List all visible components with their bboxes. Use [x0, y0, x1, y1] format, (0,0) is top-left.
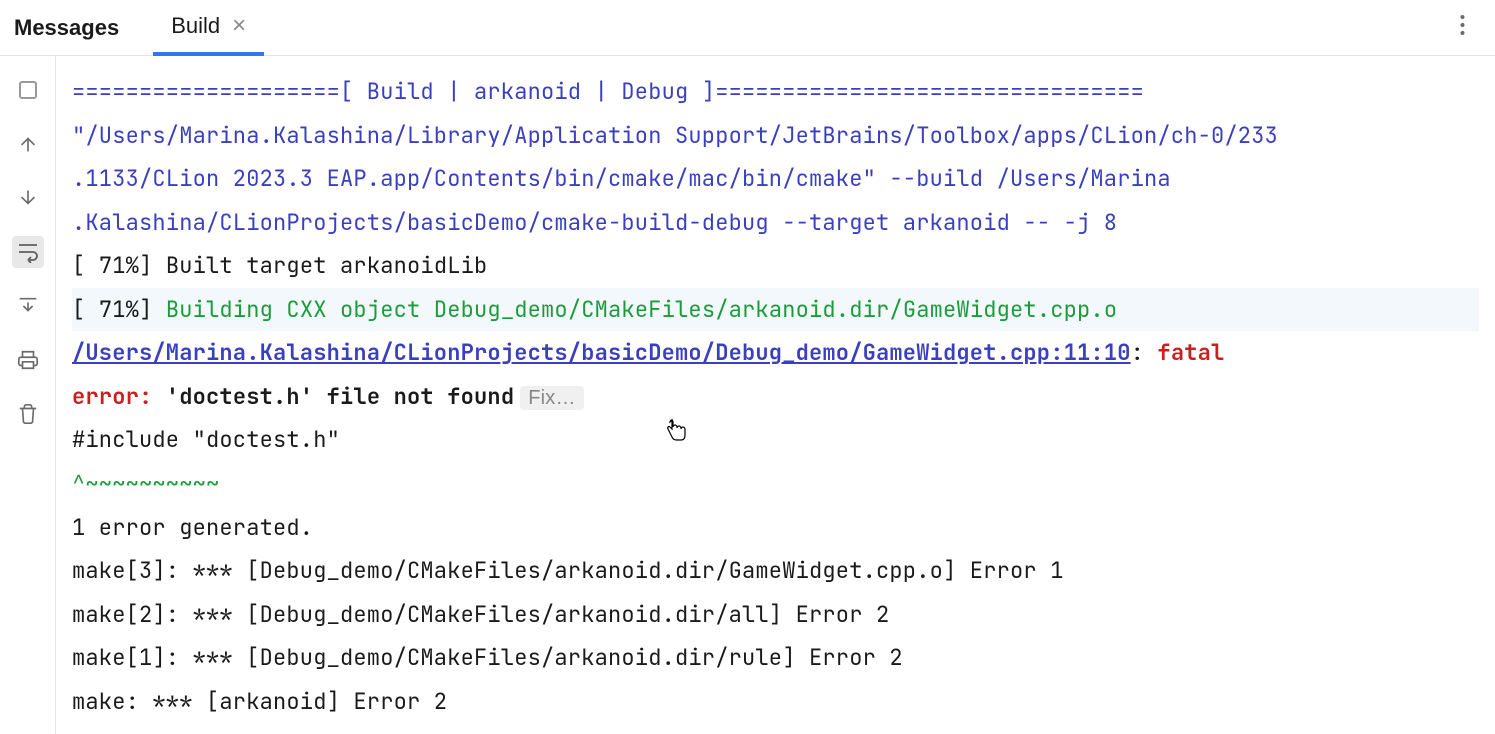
- output-line: #include "doctest.h": [72, 418, 1479, 462]
- output-line: [ 71%] Built target arkanoidLib: [72, 244, 1479, 288]
- output-line: make[1]: *** [Debug_demo/CMakeFiles/arka…: [72, 636, 1479, 680]
- error-line: /Users/Marina.Kalashina/CLionProjects/ba…: [72, 331, 1479, 375]
- up-arrow-button[interactable]: [12, 128, 44, 160]
- output-line: make[3]: *** [Debug_demo/CMakeFiles/arka…: [72, 549, 1479, 593]
- output-line-highlighted: [ 71%] Building CXX object Debug_demo/CM…: [72, 288, 1479, 332]
- messages-header: Messages Build ×: [0, 0, 1495, 56]
- error-file-link[interactable]: /Users/Marina.Kalashina/CLionProjects/ba…: [72, 338, 1131, 367]
- fix-button[interactable]: Fix…: [520, 386, 583, 410]
- stop-button[interactable]: [12, 74, 44, 106]
- output-line: "/Users/Marina.Kalashina/Library/Applica…: [72, 114, 1479, 158]
- build-output[interactable]: ====================[ Build | arkanoid |…: [56, 56, 1495, 734]
- trash-icon: [17, 403, 39, 425]
- scroll-to-end-button[interactable]: [12, 290, 44, 322]
- panel-title: Messages: [8, 15, 129, 41]
- output-line: 1 error generated.: [72, 506, 1479, 550]
- error-line: error: 'doctest.h' file not foundFix…: [72, 375, 1479, 419]
- wrap-icon: [16, 241, 40, 263]
- tab-label: Build: [171, 13, 220, 39]
- arrow-up-icon: [17, 133, 39, 155]
- print-icon: [17, 349, 39, 371]
- scroll-down-icon: [17, 295, 39, 317]
- print-button[interactable]: [12, 344, 44, 376]
- close-icon[interactable]: ×: [232, 14, 246, 38]
- tab-build[interactable]: Build ×: [153, 0, 264, 56]
- output-line: make[2]: *** [Debug_demo/CMakeFiles/arka…: [72, 593, 1479, 637]
- output-line: ^~~~~~~~~~~: [72, 462, 1479, 506]
- output-line: .1133/CLion 2023.3 EAP.app/Contents/bin/…: [72, 157, 1479, 201]
- more-options-icon[interactable]: [1460, 14, 1465, 42]
- down-arrow-button[interactable]: [12, 182, 44, 214]
- left-toolbar: [0, 56, 56, 734]
- arrow-down-icon: [17, 187, 39, 209]
- output-line: ====================[ Build | arkanoid |…: [72, 70, 1479, 114]
- wrap-text-button[interactable]: [12, 236, 44, 268]
- delete-button[interactable]: [12, 398, 44, 430]
- output-line: make: *** [arkanoid] Error 2: [72, 680, 1479, 724]
- content-wrapper: ====================[ Build | arkanoid |…: [0, 56, 1495, 734]
- output-line: .Kalashina/CLionProjects/basicDemo/cmake…: [72, 201, 1479, 245]
- square-icon: [19, 81, 37, 99]
